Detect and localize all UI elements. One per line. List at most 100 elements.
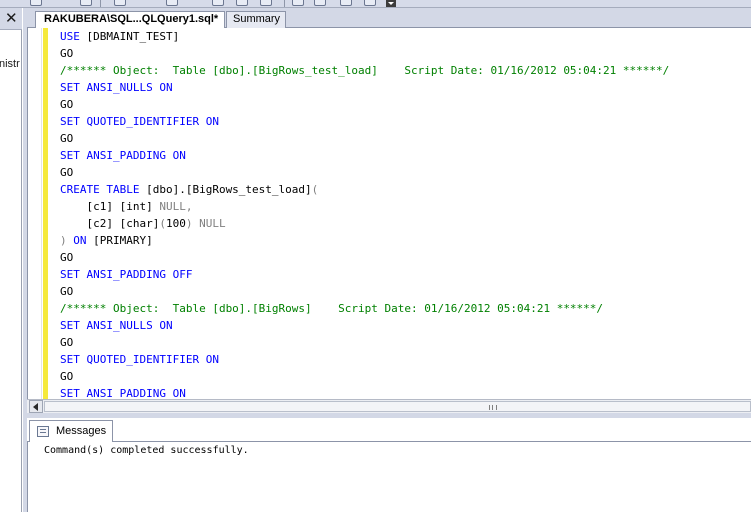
left-panel-header: ✕ bbox=[0, 8, 22, 30]
code-area[interactable]: USE [DBMAINT_TEST] GO /****** Object: Tabl… bbox=[60, 28, 669, 399]
code-token: SET bbox=[60, 353, 87, 366]
code-line[interactable]: SET ANSI_PADDING ON bbox=[60, 385, 669, 399]
horizontal-scrollbar[interactable] bbox=[27, 399, 751, 413]
code-token: [DBMAINT_TEST] bbox=[86, 30, 180, 43]
code-token: GO bbox=[60, 98, 74, 111]
document-tabstrip: RAKUBERA\SQL...QLQuery1.sql* Summary bbox=[27, 8, 751, 28]
code-line[interactable]: ) ON [PRIMARY] bbox=[60, 232, 669, 249]
code-token: CREATE TABLE bbox=[60, 183, 147, 196]
code-token: /****** Object: Table [dbo].[BigRows] Sc… bbox=[60, 302, 604, 315]
code-line[interactable]: SET QUOTED_IDENTIFIER ON bbox=[60, 351, 669, 368]
code-line[interactable]: GO bbox=[60, 334, 669, 351]
messages-icon bbox=[37, 426, 49, 437]
code-token: GO bbox=[60, 285, 74, 298]
toolbar-overflow-dropdown[interactable] bbox=[386, 0, 396, 7]
code-line[interactable]: [c1] [int] NULL, bbox=[60, 198, 669, 215]
code-line[interactable]: [c2] [char](100) NULL bbox=[60, 215, 669, 232]
toolbar-button-icon[interactable] bbox=[260, 0, 272, 6]
editor-margin bbox=[28, 28, 42, 399]
code-token: GO bbox=[60, 251, 74, 264]
code-token: ON bbox=[205, 115, 219, 128]
toolbar-separator bbox=[100, 0, 101, 7]
code-token: SET bbox=[60, 387, 87, 399]
code-line[interactable]: USE [DBMAINT_TEST] bbox=[60, 28, 669, 45]
code-token: ANSI_NULLS bbox=[86, 319, 160, 332]
code-token: [c2] [char] bbox=[60, 217, 160, 230]
code-token: [PRIMARY] bbox=[93, 234, 153, 247]
toolbar-button-icon[interactable] bbox=[340, 0, 352, 6]
code-token: ANSI_PADDING bbox=[86, 149, 173, 162]
code-token: ON bbox=[159, 81, 173, 94]
code-token: ON bbox=[73, 234, 94, 247]
tab-messages-label: Messages bbox=[56, 425, 107, 437]
code-token: ( bbox=[311, 183, 319, 196]
code-token: GO bbox=[60, 47, 74, 60]
code-token: ( bbox=[159, 217, 166, 230]
code-token: ANSI_NULLS bbox=[86, 81, 160, 94]
code-line[interactable]: /****** Object: Table [dbo].[BigRows] Sc… bbox=[60, 300, 669, 317]
toolbar-button-icon[interactable] bbox=[212, 0, 224, 6]
toolbar-button-icon[interactable] bbox=[114, 0, 126, 6]
code-line[interactable]: GO bbox=[60, 96, 669, 113]
toolbar bbox=[0, 0, 751, 8]
code-token: QUOTED_IDENTIFIER bbox=[86, 115, 206, 128]
tab-messages[interactable]: Messages bbox=[29, 420, 113, 442]
toolbar-button-icon[interactable] bbox=[292, 0, 304, 6]
change-tracking-bar bbox=[43, 28, 48, 399]
code-line[interactable]: GO bbox=[60, 130, 669, 147]
messages-pane[interactable]: Command(s) completed successfully. bbox=[27, 442, 751, 512]
code-line[interactable]: GO bbox=[60, 164, 669, 181]
code-token: SET bbox=[60, 81, 87, 94]
code-line[interactable]: CREATE TABLE [dbo].[BigRows_test_load]( bbox=[60, 181, 669, 198]
code-line[interactable]: GO bbox=[60, 249, 669, 266]
toolbar-button-icon[interactable] bbox=[314, 0, 326, 6]
code-token: ON bbox=[172, 149, 186, 162]
toolbar-button-icon[interactable] bbox=[166, 0, 178, 6]
left-docked-panel: ✕ nistr bbox=[0, 8, 22, 512]
close-icon[interactable]: ✕ bbox=[5, 10, 18, 26]
code-token: OFF bbox=[172, 268, 193, 281]
result-message: Command(s) completed successfully. bbox=[44, 445, 249, 456]
code-line[interactable]: GO bbox=[60, 45, 669, 62]
code-token: SET bbox=[60, 115, 87, 128]
code-token: USE bbox=[60, 30, 87, 43]
code-token: GO bbox=[60, 370, 74, 383]
toolbar-button-icon[interactable] bbox=[236, 0, 248, 6]
scroll-left-arrow-icon[interactable] bbox=[29, 400, 43, 413]
code-token: QUOTED_IDENTIFIER bbox=[86, 353, 206, 366]
left-panel-partial-label: nistr bbox=[0, 58, 20, 70]
scrollbar-grip-icon bbox=[489, 405, 497, 410]
code-line[interactable]: SET ANSI_PADDING OFF bbox=[60, 266, 669, 283]
code-token: GO bbox=[60, 336, 74, 349]
code-token: ANSI_PADDING bbox=[86, 268, 173, 281]
toolbar-separator bbox=[284, 0, 285, 7]
tab-summary[interactable]: Summary bbox=[226, 11, 286, 28]
toolbar-button-icon[interactable] bbox=[30, 0, 42, 6]
code-line[interactable]: GO bbox=[60, 283, 669, 300]
code-token: ) bbox=[60, 234, 74, 247]
code-token: GO bbox=[60, 166, 74, 179]
code-line[interactable]: SET ANSI_PADDING ON bbox=[60, 147, 669, 164]
code-line[interactable]: SET ANSI_NULLS ON bbox=[60, 79, 669, 96]
code-token: 100 bbox=[165, 217, 186, 230]
code-token: NULL, bbox=[159, 200, 193, 213]
code-token: SET bbox=[60, 149, 87, 162]
code-line[interactable]: /****** Object: Table [dbo].[BigRows_tes… bbox=[60, 62, 669, 79]
code-line[interactable]: GO bbox=[60, 368, 669, 385]
code-token: ) NULL bbox=[185, 217, 226, 230]
code-token: SET bbox=[60, 268, 87, 281]
toolbar-button-icon[interactable] bbox=[364, 0, 376, 6]
code-line[interactable]: SET QUOTED_IDENTIFIER ON bbox=[60, 113, 669, 130]
toolbar-button-icon[interactable] bbox=[80, 0, 92, 6]
code-token: ANSI_PADDING bbox=[86, 387, 173, 399]
code-line[interactable]: SET ANSI_NULLS ON bbox=[60, 317, 669, 334]
scrollbar-thumb[interactable] bbox=[44, 401, 751, 412]
code-token: [dbo].[BigRows_test_load] bbox=[146, 183, 312, 196]
query-editor[interactable]: USE [DBMAINT_TEST] GO /****** Object: Tabl… bbox=[27, 28, 751, 399]
code-token: [c1] [int] bbox=[60, 200, 160, 213]
tab-query-document[interactable]: RAKUBERA\SQL...QLQuery1.sql* bbox=[35, 11, 225, 28]
code-token: SET bbox=[60, 319, 87, 332]
code-token: /****** Object: Table [dbo].[BigRows_tes… bbox=[60, 64, 670, 77]
code-token: ON bbox=[159, 319, 173, 332]
code-token: ON bbox=[172, 387, 186, 399]
